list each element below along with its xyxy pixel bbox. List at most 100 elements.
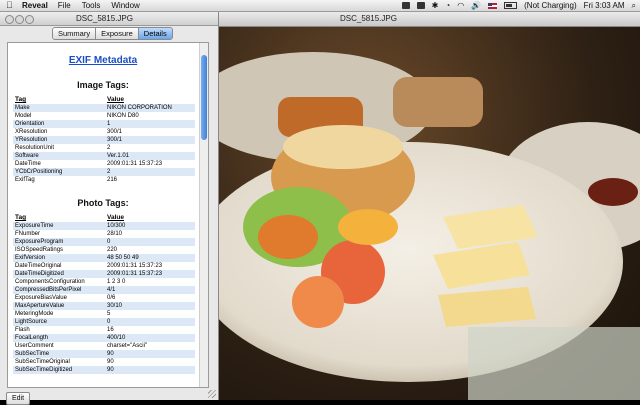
vertical-scrollbar[interactable] — [199, 43, 208, 387]
tag-name: CompressedBitsPerPixel — [13, 286, 105, 294]
tag-value: 1 — [105, 120, 195, 128]
tag-value: 2009:01:31 15:37:23 — [107, 263, 163, 269]
table-row: ResolutionUnit 2 — [13, 144, 195, 152]
table-row: MeteringMode 5 — [13, 310, 195, 318]
close-window-icon[interactable] — [5, 15, 14, 24]
app-menu[interactable]: Reveal — [22, 0, 48, 11]
table-row: YResolution 300/1 — [13, 136, 195, 144]
tray-app-icon[interactable] — [401, 2, 410, 9]
tab-summary[interactable]: Summary — [53, 28, 97, 39]
tag-name: YCbCrPositioning — [13, 168, 105, 176]
menu-tools[interactable]: Tools — [82, 0, 101, 11]
table-row: FNumber 28/10 — [13, 230, 195, 238]
tag-name: ComponentsConfiguration — [15, 279, 85, 285]
table-row: ExposureTime 10/300 — [13, 222, 195, 230]
tag-value: 0 — [105, 318, 195, 326]
tag-name: ExposureBiasValue — [15, 295, 67, 301]
tag-value: 16 — [107, 327, 114, 333]
tag-name: Software — [13, 152, 105, 160]
tag-value: 4/1 — [105, 286, 195, 294]
tag-name: ExposureProgram — [13, 238, 105, 246]
tag-value: 2 — [107, 145, 111, 151]
exif-window-titlebar[interactable]: DSC_5815.JPG — [0, 12, 218, 26]
tag-value: 0/6 — [107, 295, 116, 301]
table-row: DateTimeOriginal 2009:01:31 15:37:23 — [13, 262, 195, 270]
tag-name: Make — [13, 104, 105, 112]
scrollbar-thumb[interactable] — [201, 55, 207, 140]
image-tags-col-tag: Tag — [15, 96, 27, 103]
tag-name: FNumber — [15, 231, 41, 237]
tag-name: MeteringMode — [15, 311, 54, 317]
table-row: CompressedBitsPerPixel 4/1 — [13, 286, 195, 294]
battery-icon[interactable] — [504, 2, 518, 9]
tag-value: 400/10 — [105, 334, 195, 342]
tag-value: 0 — [105, 238, 195, 246]
food-photo-graphic — [218, 52, 640, 400]
tag-value: 30/10 — [105, 302, 195, 310]
tag-value: 5 — [107, 311, 111, 317]
tag-name: SubSecTimeDigitized — [13, 366, 105, 374]
apple-menu-icon[interactable]:  — [6, 0, 16, 11]
table-row: ExposureBiasValue 0/6 — [13, 294, 195, 302]
table-row: ExifVersion 48 50 50 49 — [13, 254, 195, 262]
tray-display-icon[interactable] — [416, 2, 425, 9]
tag-name: XResolution — [15, 129, 48, 135]
exif-metadata-heading[interactable]: EXIF Metadata — [8, 55, 198, 66]
tag-value: 28/10 — [107, 231, 123, 237]
photo-tags-col-value: Value — [107, 214, 124, 221]
tag-value: 48 50 50 49 — [105, 254, 195, 262]
photo-tags-heading: Photo Tags: — [77, 198, 129, 208]
tag-value: Ver.1.01 — [105, 152, 195, 160]
wifi-icon[interactable]: ◠ — [457, 0, 464, 11]
tab-details[interactable]: Details — [138, 28, 172, 39]
tag-value: 1 2 3 0 — [107, 279, 126, 285]
tag-name: ResolutionUnit — [15, 145, 55, 151]
menu-extras: ✱ ◔ ◠ 🔊 (Not Charging) Fri 3:03 AM ⌕ — [395, 0, 636, 11]
minimize-window-icon[interactable] — [15, 15, 24, 24]
tag-name: FocalLength — [13, 334, 105, 342]
input-flag-icon[interactable] — [488, 2, 498, 9]
tag-name: DateTimeDigitized — [13, 270, 105, 278]
table-row: Flash 16 — [13, 326, 195, 334]
zoom-window-icon[interactable] — [25, 15, 34, 24]
photo-window-titlebar[interactable]: DSC_5815.JPG — [218, 12, 640, 27]
time-machine-icon[interactable]: ◔ — [445, 0, 450, 11]
table-row: SubSecTimeOriginal 90 — [13, 358, 195, 366]
table-row: ComponentsConfiguration 1 2 3 0 — [13, 278, 195, 286]
tag-name: ISOSpeedRatings — [15, 247, 64, 253]
table-row: UserComment charset="Ascii" — [13, 342, 195, 350]
table-row: Orientation 1 — [13, 120, 195, 128]
details-content: EXIF Metadata Image Tags: Tag Value Make… — [8, 43, 198, 374]
table-row: Make NIKON CORPORATION — [13, 104, 195, 112]
inspector-tabs: Summary Exposure Details — [52, 27, 173, 40]
tag-name: DateTimeOriginal — [15, 263, 62, 269]
bluetooth-icon[interactable]: ✱ — [432, 0, 439, 11]
volume-icon[interactable]: 🔊 — [471, 0, 481, 11]
tag-value: NIKON CORPORATION — [105, 104, 195, 112]
image-tags-table: Tag Value Make NIKON CORPORATION Model NIKO… — [13, 95, 195, 184]
tab-exposure[interactable]: Exposure — [96, 28, 139, 39]
resize-grip-icon[interactable] — [208, 390, 216, 398]
tag-name: ExposureTime — [13, 222, 105, 230]
tag-value: 300/1 — [107, 129, 123, 135]
edit-button[interactable]: Edit — [6, 392, 31, 405]
details-panel[interactable]: EXIF Metadata Image Tags: Tag Value Make… — [7, 42, 209, 388]
table-row: DateTimeDigitized 2009:01:31 15:37:23 — [13, 270, 195, 278]
menu-window[interactable]: Window — [111, 0, 139, 11]
tag-value: 90 — [105, 350, 195, 358]
tag-value: 216 — [107, 177, 118, 183]
menu-file[interactable]: File — [58, 0, 71, 11]
table-row: XResolution 300/1 — [13, 128, 195, 136]
tag-name: YResolution — [13, 136, 105, 144]
tag-value: 300/1 — [105, 136, 195, 144]
tag-name: ExifVersion — [13, 254, 105, 262]
spotlight-icon[interactable]: ⌕ — [632, 0, 636, 11]
battery-status[interactable]: (Not Charging) — [524, 0, 576, 11]
menu-bar:  Reveal File Tools Window ✱ ◔ ◠ 🔊 (Not … — [0, 0, 640, 12]
table-row: SubSecTime 90 — [13, 350, 195, 358]
tag-name: Flash — [15, 327, 30, 333]
clock[interactable]: Fri 3:03 AM — [584, 0, 625, 11]
tag-value: 2009:01:31 15:37:23 — [107, 161, 163, 167]
table-row: MaxApertureValue 30/10 — [13, 302, 195, 310]
table-row: Software Ver.1.01 — [13, 152, 195, 160]
